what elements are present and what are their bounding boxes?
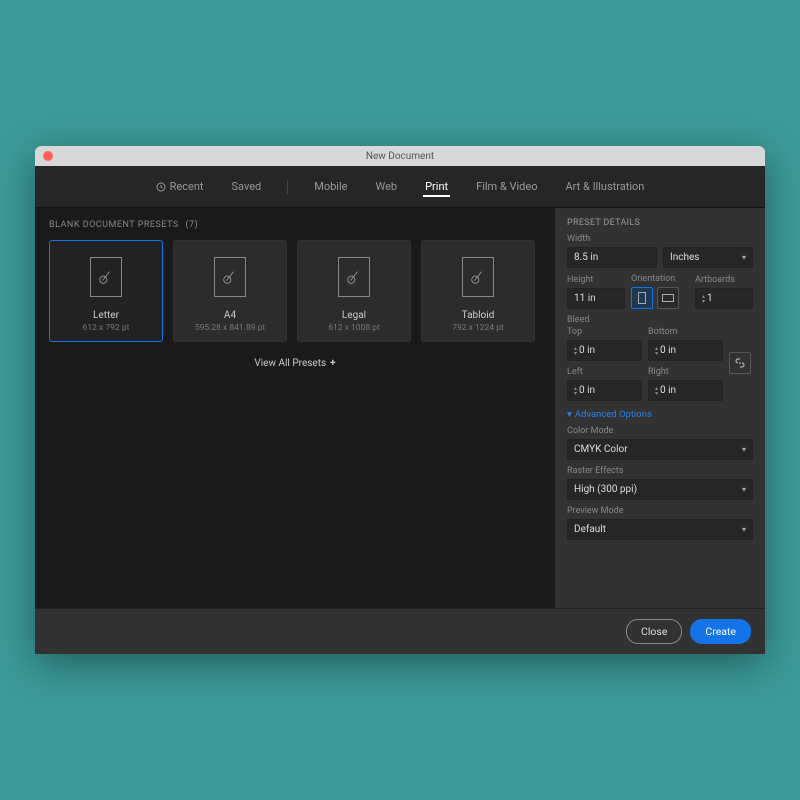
raster-effects-select[interactable]: High (300 ppi) ▾ <box>567 479 753 500</box>
tab-recent[interactable]: Recent <box>154 176 206 197</box>
preset-dimensions: 612 x 792 pt <box>83 323 130 333</box>
tab-film-video[interactable]: Film & Video <box>474 176 539 197</box>
artboards-stepper[interactable]: ▴▾1 <box>695 288 753 309</box>
stepper-arrows-icon: ▴▾ <box>574 346 577 356</box>
bleed-left-value: 0 in <box>579 385 595 396</box>
document-icon <box>90 257 122 297</box>
stepper-arrows-icon: ▴▾ <box>702 294 705 304</box>
advanced-label: Advanced Options <box>575 409 652 420</box>
document-icon <box>214 257 246 297</box>
preview-mode-label: Preview Mode <box>567 506 753 516</box>
link-icon <box>734 357 746 369</box>
bleed-top-value: 0 in <box>579 345 595 356</box>
clock-icon <box>156 182 166 192</box>
preset-name: A4 <box>224 310 236 321</box>
orientation-label: Orientation <box>631 274 689 284</box>
preset-details-title: PRESET DETAILS <box>567 218 753 228</box>
orientation-landscape-button[interactable] <box>657 287 679 309</box>
create-button[interactable]: Create <box>690 619 751 644</box>
bleed-right-input[interactable]: ▴▾0 in <box>648 380 723 401</box>
chevron-down-icon: ▾ <box>567 409 572 420</box>
bleed-left-input[interactable]: ▴▾0 in <box>567 380 642 401</box>
window-title: New Document <box>35 151 765 162</box>
chevron-down-icon: ▾ <box>742 445 746 454</box>
plus-icon: + <box>330 358 335 369</box>
preview-mode-select[interactable]: Default ▾ <box>567 519 753 540</box>
bleed-right-label: Right <box>648 367 723 377</box>
preset-dimensions: 792 x 1224 pt <box>452 323 504 333</box>
stepper-arrows-icon: ▴▾ <box>574 386 577 396</box>
color-mode-select[interactable]: CMYK Color ▾ <box>567 439 753 460</box>
bleed-bottom-label: Bottom <box>648 327 723 337</box>
units-value: Inches <box>670 252 699 263</box>
preset-card-a4[interactable]: A4 595.28 x 841.89 pt <box>173 240 287 342</box>
view-all-presets-button[interactable]: View All Presets + <box>49 358 541 369</box>
orientation-portrait-button[interactable] <box>631 287 653 309</box>
tab-divider <box>287 180 288 194</box>
tab-mobile[interactable]: Mobile <box>312 176 349 197</box>
document-icon <box>462 257 494 297</box>
preset-panel: BLANK DOCUMENT PRESETS (7) Letter 612 x … <box>35 208 555 608</box>
bleed-label: Bleed <box>567 315 753 325</box>
preset-header: BLANK DOCUMENT PRESETS (7) <box>49 220 541 230</box>
bleed-top-label: Top <box>567 327 642 337</box>
titlebar: New Document <box>35 146 765 166</box>
preset-details-panel: PRESET DETAILS Width 8.5 in Inches ▾ Heig… <box>555 208 765 608</box>
units-select[interactable]: Inches ▾ <box>663 247 753 268</box>
preset-dimensions: 612 x 1008 pt <box>328 323 380 333</box>
chevron-down-icon: ▾ <box>742 253 746 262</box>
preset-dimensions: 595.28 x 841.89 pt <box>195 323 265 333</box>
tab-saved[interactable]: Saved <box>230 176 264 197</box>
bleed-bottom-input[interactable]: ▴▾0 in <box>648 340 723 361</box>
preset-name: Legal <box>342 310 366 321</box>
bleed-bottom-value: 0 in <box>660 345 676 356</box>
dialog-footer: Close Create <box>35 608 765 654</box>
link-bleed-button[interactable] <box>729 352 751 374</box>
chevron-down-icon: ▾ <box>742 525 746 534</box>
color-mode-label: Color Mode <box>567 426 753 436</box>
height-input[interactable]: 11 in <box>567 288 625 309</box>
tab-print[interactable]: Print <box>423 176 450 197</box>
tab-art-illustration[interactable]: Art & Illustration <box>564 176 647 197</box>
color-mode-value: CMYK Color <box>574 444 628 455</box>
width-input[interactable]: 8.5 in <box>567 247 657 268</box>
tab-web[interactable]: Web <box>374 176 400 197</box>
preset-card-row: Letter 612 x 792 pt A4 595.28 x 841.89 p… <box>49 240 541 342</box>
document-icon <box>338 257 370 297</box>
width-label: Width <box>567 234 753 244</box>
bleed-right-value: 0 in <box>660 385 676 396</box>
height-label: Height <box>567 275 625 285</box>
bleed-top-input[interactable]: ▴▾0 in <box>567 340 642 361</box>
artboards-value: 1 <box>707 293 713 304</box>
stepper-arrows-icon: ▴▾ <box>655 386 658 396</box>
close-button[interactable]: Close <box>626 619 682 644</box>
preview-mode-value: Default <box>574 524 606 535</box>
chevron-down-icon: ▾ <box>742 485 746 494</box>
new-document-dialog: New Document Recent Saved Mobile Web Pri… <box>35 146 765 654</box>
raster-effects-value: High (300 ppi) <box>574 484 637 495</box>
preset-card-legal[interactable]: Legal 612 x 1008 pt <box>297 240 411 342</box>
category-tabbar: Recent Saved Mobile Web Print Film & Vid… <box>35 166 765 208</box>
advanced-options-toggle[interactable]: ▾Advanced Options <box>567 409 753 420</box>
preset-card-letter[interactable]: Letter 612 x 792 pt <box>49 240 163 342</box>
preset-name: Tabloid <box>462 310 495 321</box>
stepper-arrows-icon: ▴▾ <box>655 346 658 356</box>
preset-card-tabloid[interactable]: Tabloid 792 x 1224 pt <box>421 240 535 342</box>
bleed-left-label: Left <box>567 367 642 377</box>
tab-recent-label: Recent <box>170 180 204 193</box>
artboards-label: Artboards <box>695 275 753 285</box>
raster-effects-label: Raster Effects <box>567 466 753 476</box>
preset-name: Letter <box>93 310 119 321</box>
view-all-label: View All Presets <box>254 358 326 369</box>
preset-header-label: BLANK DOCUMENT PRESETS <box>49 220 179 230</box>
preset-count: (7) <box>185 220 198 230</box>
